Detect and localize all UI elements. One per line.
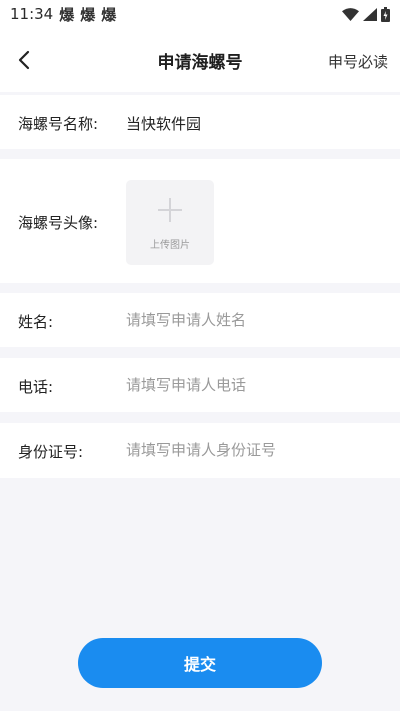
- nav-bar: 申请海螺号 申号必读: [0, 28, 400, 92]
- upload-label: 上传图片: [150, 240, 190, 251]
- phone-row: 电话:: [0, 358, 400, 412]
- status-time: 11:34: [10, 5, 54, 23]
- applicant-name-input[interactable]: [126, 305, 376, 335]
- applicant-name-row: 姓名:: [0, 293, 400, 347]
- status-left: 11:34 爆 爆 爆: [10, 4, 116, 25]
- phone-label: 电话:: [18, 378, 54, 396]
- avatar-row: 海螺号头像: 上传图片: [0, 159, 400, 283]
- id-number-input[interactable]: [126, 435, 376, 465]
- submit-button[interactable]: 提交: [78, 638, 322, 688]
- status-bar: 11:34 爆 爆 爆: [0, 0, 400, 28]
- notification-icon: 爆: [80, 5, 96, 24]
- notification-icon: 爆: [101, 5, 117, 24]
- read-guide-link[interactable]: 申号必读: [328, 51, 388, 72]
- signal-icon: [363, 7, 377, 21]
- avatar-label: 海螺号头像:: [18, 214, 99, 232]
- name-value: 当快软件园: [126, 115, 202, 133]
- applicant-name-label: 姓名:: [18, 313, 54, 331]
- name-row: 海螺号名称: 当快软件园: [0, 95, 400, 149]
- upload-image-button[interactable]: 上传图片: [126, 180, 214, 265]
- status-right: [342, 6, 390, 22]
- id-number-label: 身份证号:: [18, 443, 84, 461]
- battery-icon: [381, 6, 390, 22]
- name-label: 海螺号名称:: [18, 115, 99, 133]
- phone-input[interactable]: [126, 370, 376, 400]
- id-number-row: 身份证号:: [0, 423, 400, 478]
- wifi-icon: [342, 7, 359, 21]
- notification-icon: 爆: [59, 5, 75, 24]
- plus-icon: [158, 198, 182, 222]
